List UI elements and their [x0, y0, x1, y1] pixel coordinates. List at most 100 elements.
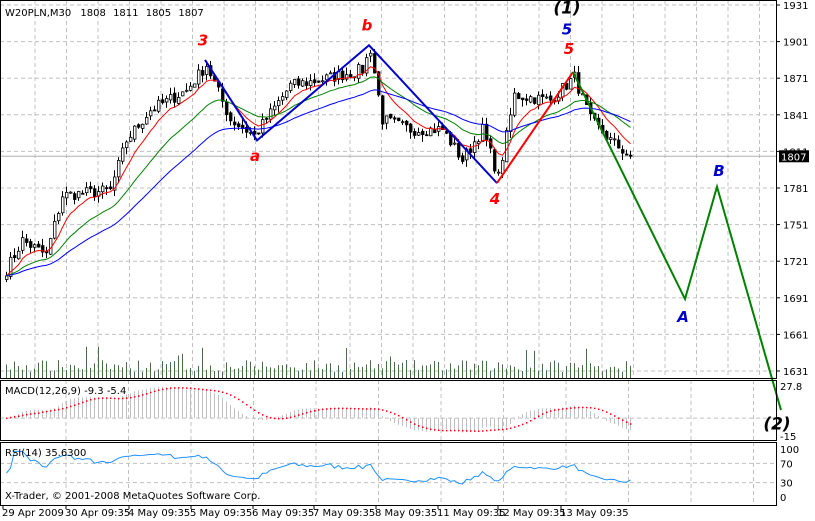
- macd-signal-dot: [274, 417, 276, 420]
- candle-body: [297, 78, 301, 86]
- candle-body: [369, 52, 373, 57]
- candle-body: [233, 121, 237, 126]
- candle-body: [405, 120, 409, 126]
- macd-signal-dot: [98, 397, 100, 400]
- macd-signal-dot: [418, 425, 420, 427]
- candle-body: [37, 243, 41, 248]
- macd-signal-dot: [70, 405, 72, 408]
- macd-signal-dot: [194, 387, 196, 390]
- macd-signal-dot: [382, 409, 384, 411]
- candle-body: [281, 96, 285, 101]
- macd-signal-dot: [618, 417, 620, 419]
- candle-body: [101, 185, 105, 193]
- candle-body: [305, 81, 309, 86]
- candle-body: [205, 66, 209, 75]
- candle-body: [445, 130, 449, 134]
- macd-signal-dot: [318, 409, 320, 411]
- macd-signal-dot: [38, 412, 40, 414]
- macd-signal-dot: [114, 397, 116, 400]
- macd-signal-dot: [446, 429, 448, 432]
- macd-signal-dot: [450, 429, 452, 432]
- candle-body: [293, 78, 297, 85]
- candle-body: [613, 138, 617, 141]
- macd-label: MACD(12,26,9) -9.3 -5.4: [5, 386, 126, 397]
- macd-signal-dot: [306, 411, 308, 414]
- candle-body: [237, 123, 241, 128]
- candle-body: [409, 123, 413, 133]
- macd-signal-dot: [406, 419, 408, 421]
- macd-signal-dot: [478, 430, 480, 432]
- candle-body: [133, 125, 137, 140]
- macd-signal-dot: [34, 412, 36, 415]
- macd-signal-dot: [402, 416, 404, 419]
- candle-body: [301, 80, 305, 87]
- macd-signal-dot: [594, 407, 596, 410]
- macd-signal-dot: [30, 413, 32, 415]
- candle-body: [261, 119, 265, 134]
- candle-body: [385, 115, 389, 124]
- candle-body: [73, 193, 77, 200]
- candle-body: [269, 108, 273, 120]
- wave-line: [496, 71, 574, 184]
- trading-chart[interactable]: 1931 1901 1871 1841 1811 1781 1751 1721 1691 1661…: [0, 0, 815, 521]
- macd-signal-dot: [458, 429, 460, 432]
- macd-signal-dot: [182, 387, 184, 389]
- macd-signal-dot: [14, 416, 16, 418]
- candle-body: [529, 96, 533, 103]
- macd-signal-dot: [206, 389, 208, 391]
- macd-signal-dot: [266, 415, 268, 418]
- macd-signal-dot: [422, 426, 424, 428]
- macd-signal-dot: [50, 410, 52, 412]
- macd-signal-dot: [482, 430, 484, 432]
- pane-frame: [0, 0, 777, 379]
- candle-body: [57, 213, 61, 222]
- macd-signal-dot: [138, 395, 140, 397]
- candle-body: [197, 69, 201, 85]
- price-tick-label: 1751: [783, 221, 808, 232]
- wave-label: 3: [198, 31, 208, 49]
- candle-body: [525, 98, 529, 101]
- wave-label: (2): [763, 415, 790, 435]
- candle-body: [541, 94, 545, 98]
- candle-body: [609, 137, 613, 140]
- candle-body: [565, 83, 569, 90]
- candle-body: [485, 123, 489, 141]
- candle-body: [493, 149, 497, 172]
- macd-signal-dot: [290, 416, 292, 419]
- candle-body: [521, 97, 525, 101]
- macd-signal-dot: [398, 414, 400, 417]
- macd-signal-dot: [610, 413, 612, 415]
- price-tick-label: 1901: [783, 38, 808, 49]
- macd-signal-dot: [230, 394, 232, 396]
- candle-body: [629, 154, 633, 157]
- macd-signal-dot: [574, 407, 576, 409]
- macd-signal-dot: [310, 410, 312, 413]
- macd-signal-dot: [562, 408, 564, 410]
- candle-body: [109, 186, 113, 190]
- macd-signal-dot: [626, 421, 628, 423]
- candle-body: [185, 89, 189, 92]
- candle-body: [145, 117, 149, 125]
- macd-signal-dot: [62, 407, 64, 410]
- candle-body: [125, 141, 129, 149]
- candle-body: [221, 88, 225, 102]
- candle-body: [181, 91, 185, 97]
- rsi-tick-label: 70: [780, 459, 793, 470]
- macd-signal-dot: [258, 412, 260, 414]
- macd-signal-dot: [358, 407, 360, 410]
- macd-signal-dot: [158, 389, 160, 392]
- candle-body: [105, 187, 109, 190]
- macd-signal-dot: [470, 430, 472, 432]
- price-tick-label: 1661: [783, 330, 808, 341]
- macd-signal-dot: [534, 417, 536, 420]
- macd-signal-dot: [166, 388, 168, 390]
- candle-body: [389, 113, 393, 119]
- candle-body: [349, 74, 353, 78]
- wave-label: 5: [562, 20, 572, 38]
- macd-signal-dot: [162, 388, 164, 391]
- wave-label: b: [362, 17, 373, 35]
- wave-label: (1): [553, 0, 580, 19]
- macd-signal-dot: [142, 394, 144, 396]
- candle-body: [509, 114, 513, 132]
- candle-body: [81, 192, 85, 195]
